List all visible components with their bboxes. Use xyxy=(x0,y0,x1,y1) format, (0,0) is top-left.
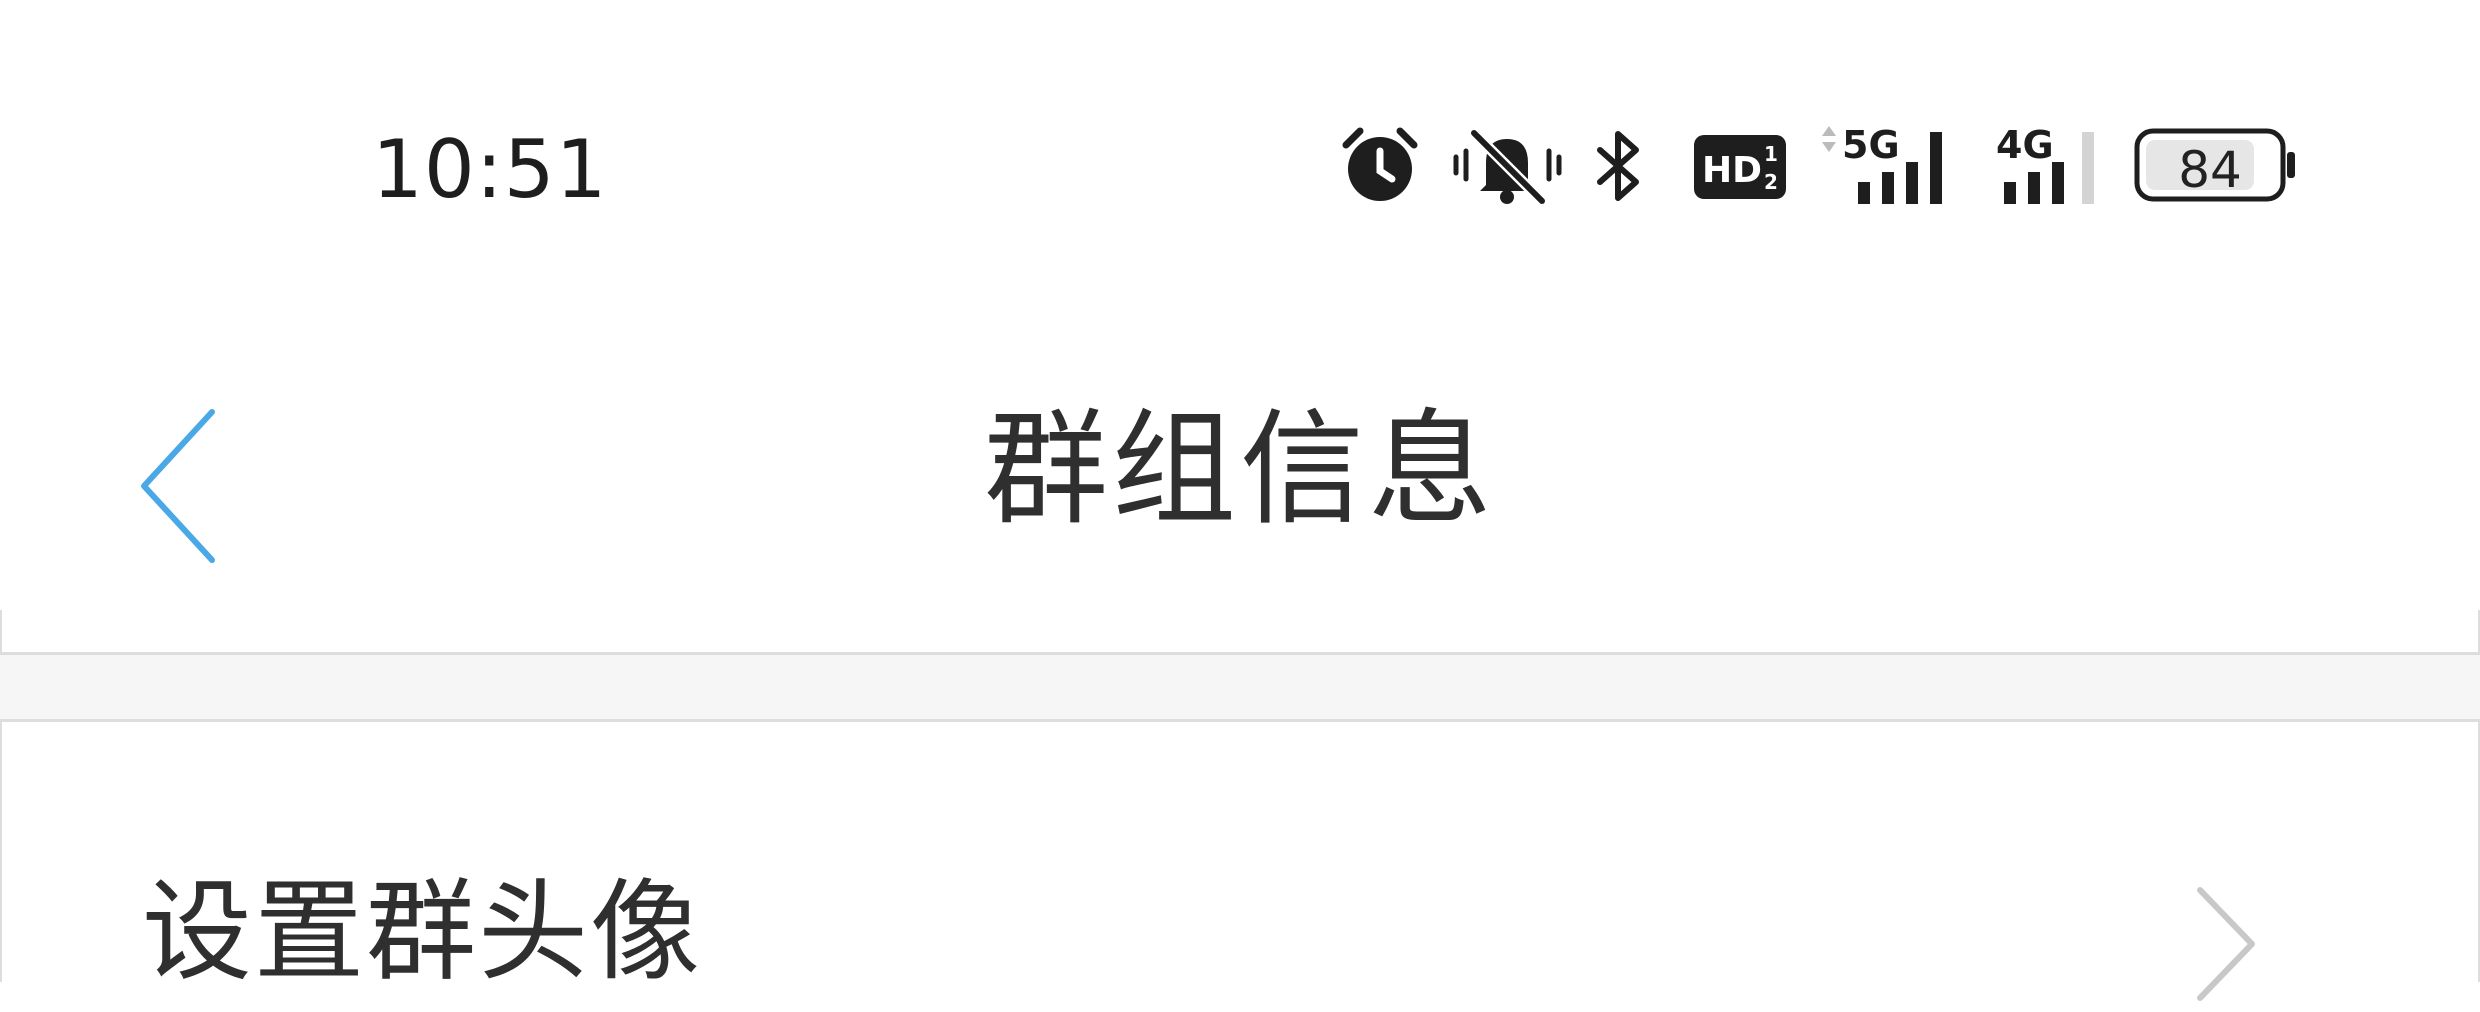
battery-level: 84 xyxy=(2178,141,2242,199)
hd-sub-bottom: 2 xyxy=(1764,170,1778,194)
page-title: 群组信息 xyxy=(983,398,1496,542)
hd-voice-icon: HD 1 2 xyxy=(1694,135,1786,199)
hd-sub-top: 1 xyxy=(1764,142,1778,166)
bluetooth-icon xyxy=(1597,131,1639,201)
signal-4g-icon: 4G xyxy=(1996,123,2094,204)
nav-header: 群组信息 xyxy=(0,330,2480,610)
list-item-set-group-avatar[interactable]: 设置群头像 xyxy=(0,719,2480,1001)
net-5g-label: 5G xyxy=(1842,123,1900,167)
net-4g-label: 4G xyxy=(1996,123,2054,167)
alarm-icon xyxy=(1342,127,1418,201)
list-item-label: 设置群头像 xyxy=(142,868,702,996)
section-gap xyxy=(0,655,2480,719)
hd-label: HD xyxy=(1702,150,1762,191)
status-bar: 10:51 HD 1 2 5G 4G 84 xyxy=(0,0,2480,330)
status-time: 10:51 xyxy=(372,123,608,216)
muted-bell-icon xyxy=(1453,129,1562,205)
section-card-end xyxy=(0,610,2480,655)
chevron-right-icon xyxy=(2197,887,2255,1001)
signal-5g-icon: 5G xyxy=(1822,123,1942,204)
